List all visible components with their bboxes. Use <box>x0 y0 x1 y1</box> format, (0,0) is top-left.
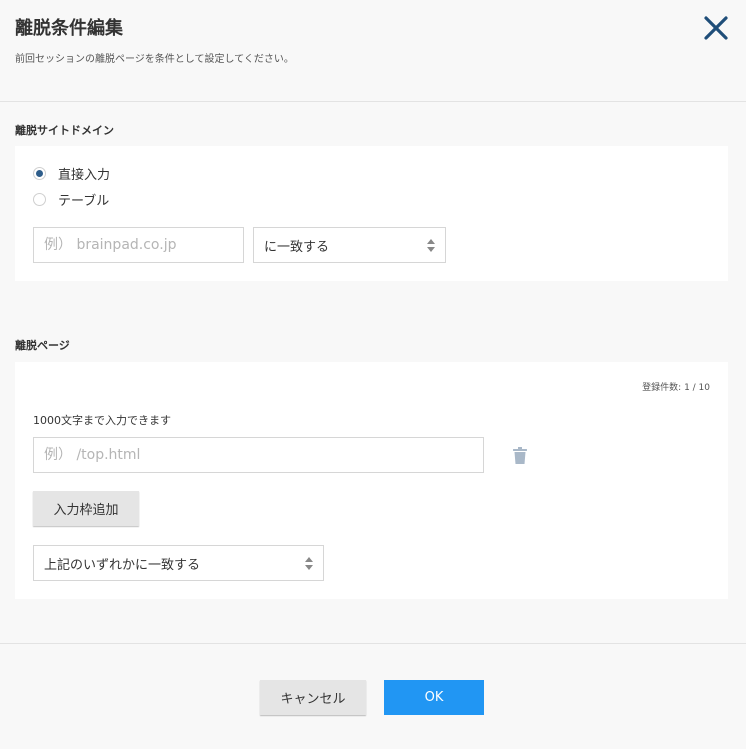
cancel-button[interactable]: キャンセル <box>260 680 366 715</box>
page-section-label: 離脱ページ <box>15 339 70 352</box>
radio-label: 直接入力 <box>58 168 111 183</box>
page-title: 離脱条件編集 <box>15 18 123 39</box>
ok-button[interactable]: OK <box>384 680 484 715</box>
select-arrows-icon <box>427 239 435 252</box>
page-match-select[interactable]: 上記のいずれかに一致する <box>33 545 324 581</box>
domain-input[interactable] <box>33 227 244 263</box>
radio-button-checked[interactable] <box>33 167 46 180</box>
radio-table[interactable]: テーブル <box>33 190 109 209</box>
radio-direct-input[interactable]: 直接入力 <box>33 164 110 183</box>
radio-label: テーブル <box>58 194 110 209</box>
page-url-input[interactable] <box>33 437 484 473</box>
domain-card: 直接入力 テーブル に一致する <box>15 146 728 281</box>
trash-icon[interactable] <box>513 447 527 464</box>
select-value: 上記のいずれかに一致する <box>44 557 201 573</box>
select-arrows-icon <box>305 557 313 570</box>
add-input-button[interactable]: 入力枠追加 <box>33 491 139 526</box>
dialog-header: 離脱条件編集 前回セッションの離脱ページを条件として設定してください。 <box>0 0 746 102</box>
char-limit-hint: 1000文字まで入力できます <box>33 414 171 427</box>
close-icon[interactable] <box>702 14 730 42</box>
page-subtitle: 前回セッションの離脱ページを条件として設定してください。 <box>15 54 294 65</box>
select-value: に一致する <box>264 239 330 255</box>
registration-count: 登録件数: 1 / 10 <box>642 383 710 393</box>
domain-section-label: 離脱サイトドメイン <box>15 124 114 137</box>
domain-match-select[interactable]: に一致する <box>253 227 446 263</box>
radio-button[interactable] <box>33 193 46 206</box>
page-card: 登録件数: 1 / 10 1000文字まで入力できます 入力枠追加 上記のいずれ… <box>15 362 728 599</box>
footer-divider <box>0 643 746 644</box>
